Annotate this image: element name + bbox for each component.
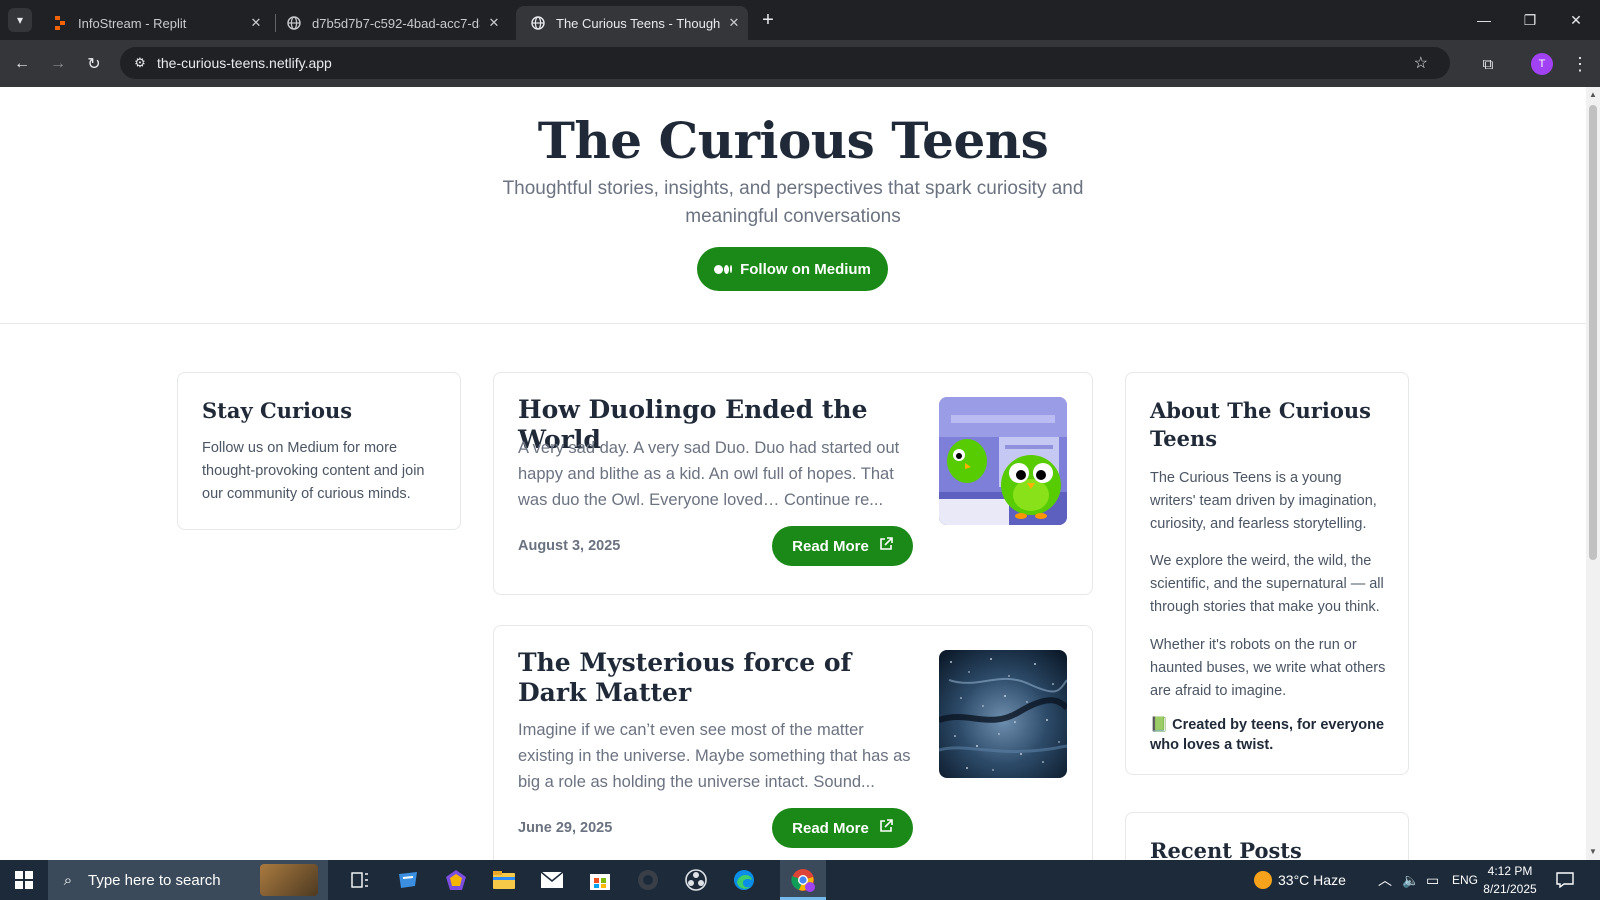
profile-avatar[interactable]: T [1531, 53, 1553, 75]
app-icon-colorful[interactable] [434, 864, 478, 896]
about-card: About The Curious Teens The Curious Teen… [1125, 372, 1409, 775]
globe-icon [286, 15, 302, 31]
site-tagline: Thoughtful stories, insights, and perspe… [502, 178, 1084, 227]
follow-on-medium-button[interactable]: Follow on Medium [697, 247, 888, 291]
app-icon-dark[interactable] [626, 864, 670, 896]
stay-curious-card: Stay Curious Follow us on Medium for mor… [177, 372, 461, 530]
tab-bar: ▾ InfoStream - Replit ✕ d7b5d7b7-c592-4b… [0, 0, 1600, 40]
weather-sun-icon [1254, 871, 1272, 889]
chrome-icon[interactable] [781, 864, 825, 896]
taskbar-clock[interactable]: 4:12 PM 8/21/2025 [1470, 862, 1550, 898]
microsoft-store-icon[interactable] [578, 864, 622, 896]
search-highlight-image [260, 864, 318, 896]
tab-search-button[interactable]: ▾ [8, 8, 32, 32]
browser-toolbar: ← → ↻ ⚙ the-curious-teens.netlify.app ☆ … [0, 40, 1600, 87]
scrollbar-thumb[interactable] [1589, 105, 1597, 560]
follow-button-label: Follow on Medium [740, 260, 871, 278]
read-more-button[interactable]: Read More [772, 808, 913, 848]
app-icon-blue[interactable] [386, 864, 430, 896]
recent-posts-title: Recent Posts [1150, 838, 1302, 860]
browser-window: ▾ InfoStream - Replit ✕ d7b5d7b7-c592-4b… [0, 0, 1600, 860]
read-more-label: Read More [792, 537, 869, 555]
medium-logo-icon [714, 264, 733, 274]
stay-curious-text: Follow us on Medium for more thought-pro… [202, 440, 425, 502]
post-excerpt: A very sad day. A very sad Duo. Duo had … [518, 439, 900, 509]
clock-time: 4:12 PM [1487, 864, 1533, 878]
post-thumbnail-owl[interactable] [939, 397, 1067, 525]
windows-start-icon[interactable] [0, 860, 48, 900]
browser-menu-icon[interactable]: ⋮ [1570, 52, 1590, 76]
close-window-icon[interactable]: ✕ [1556, 6, 1596, 34]
close-tab-icon[interactable]: ✕ [720, 15, 748, 31]
tab-infostream[interactable]: InfoStream - Replit ✕ [38, 6, 270, 40]
about-paragraph: Whether it's robots on the run or haunte… [1150, 637, 1386, 699]
address-bar[interactable]: ⚙ the-curious-teens.netlify.app ☆ [120, 47, 1450, 79]
recent-posts-card: Recent Posts [1125, 812, 1409, 860]
stay-curious-title: Stay Curious [202, 398, 353, 423]
close-tab-icon[interactable]: ✕ [242, 15, 270, 31]
globe-icon [530, 15, 546, 31]
search-icon: ⌕ [63, 871, 73, 889]
weather-text: 33°C Haze [1278, 872, 1346, 888]
replit-icon [52, 15, 68, 31]
taskbar-search-box[interactable]: ⌕ Type here to search [48, 860, 328, 900]
post-excerpt: Imagine if we can’t even see most of the… [518, 721, 911, 791]
weather-widget[interactable]: 33°C Haze [1254, 860, 1346, 900]
post-date: August 3, 2025 [518, 538, 621, 554]
post-date: June 29, 2025 [518, 820, 613, 836]
site-settings-icon[interactable]: ⚙ [126, 55, 154, 71]
taskbar-search-placeholder: Type here to search [88, 871, 221, 889]
external-link-icon [879, 537, 893, 555]
post-thumbnail-dark-matter[interactable] [939, 650, 1067, 778]
task-view-icon[interactable] [338, 864, 382, 896]
bookmark-star-icon[interactable]: ☆ [1414, 53, 1428, 73]
minimize-icon[interactable]: — [1464, 6, 1504, 34]
clock-date: 8/21/2025 [1483, 882, 1537, 896]
post-card: How Duolingo Ended the World A very sad … [493, 372, 1093, 595]
file-explorer-icon[interactable] [482, 864, 526, 896]
speaker-icon[interactable]: 🔈 [1402, 860, 1419, 900]
network-icon[interactable]: ▭ [1426, 860, 1439, 900]
read-more-button[interactable]: Read More [772, 526, 913, 566]
page-viewport: The Curious Teens Thoughtful stories, in… [0, 87, 1600, 860]
tab-curious-teens[interactable]: The Curious Teens - Thoughtful ✕ [516, 6, 748, 40]
page-scrollbar[interactable]: ▲ ▼ [1586, 87, 1600, 860]
site-title: The Curious Teens [537, 111, 1049, 170]
external-link-icon [879, 819, 893, 837]
scroll-down-icon[interactable]: ▼ [1588, 847, 1598, 857]
post-title[interactable]: The Mysterious force of Dark Matter [518, 648, 923, 708]
url-text: the-curious-teens.netlify.app [157, 55, 332, 71]
about-paragraph: The Curious Teens is a young writers' te… [1150, 470, 1377, 532]
post-card: The Mysterious force of Dark Matter Imag… [493, 625, 1093, 860]
close-tab-icon[interactable]: ✕ [480, 15, 508, 31]
notifications-icon[interactable] [1556, 860, 1574, 900]
tab-uuid[interactable]: d7b5d7b7-c592-4bad-acc7-d3c ✕ [272, 6, 508, 40]
site-header: The Curious Teens Thoughtful stories, in… [0, 87, 1586, 324]
mail-icon[interactable] [530, 864, 574, 896]
about-title: About The Curious Teens [1150, 398, 1371, 451]
back-icon[interactable]: ← [8, 50, 36, 78]
scroll-up-icon[interactable]: ▲ [1588, 90, 1598, 100]
edge-icon[interactable] [722, 864, 766, 896]
created-by-text: Created by teens, for everyone who loves… [1150, 717, 1385, 753]
windows-taskbar: ⌕ Type here to search 33°C Haze ︿ 🔈 ▭ EN… [0, 860, 1600, 900]
restore-icon[interactable]: ❐ [1510, 6, 1550, 34]
about-paragraph: We explore the weird, the wild, the scie… [1150, 553, 1384, 615]
read-more-label: Read More [792, 819, 869, 837]
book-emoji-icon: 📗 [1150, 717, 1169, 733]
new-tab-button[interactable]: + [756, 8, 780, 32]
extensions-icon[interactable]: ⧉ [1476, 52, 1500, 76]
tray-chevron-icon[interactable]: ︿ [1378, 860, 1392, 900]
obs-icon[interactable] [674, 864, 718, 896]
reload-icon[interactable]: ↻ [80, 50, 108, 78]
forward-icon[interactable]: → [44, 50, 72, 78]
created-by-note: 📗 Created by teens, for everyone who lov… [1150, 715, 1386, 755]
